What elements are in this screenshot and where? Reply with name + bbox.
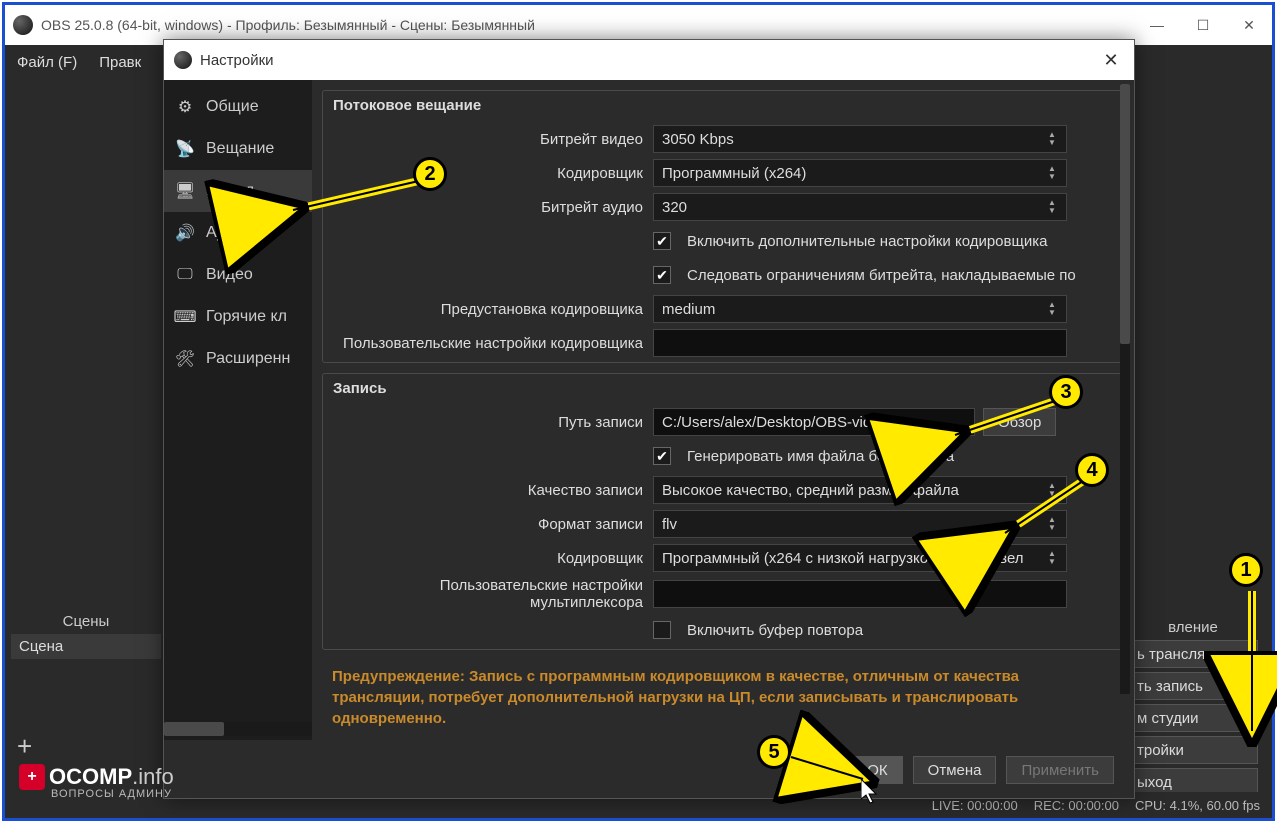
mux-input[interactable] xyxy=(653,580,1067,608)
nospace-checkbox[interactable] xyxy=(653,447,671,465)
replay-buffer-checkbox[interactable] xyxy=(653,621,671,639)
streaming-group: Потоковое вещание Битрейт видео3050 Kbps… xyxy=(322,90,1122,363)
speaker-icon: 🔊 xyxy=(174,222,196,244)
scrollbar-thumb[interactable] xyxy=(164,722,224,736)
video-bitrate-label: Битрейт видео xyxy=(323,131,653,148)
sidebar-item-stream[interactable]: 📡Вещание xyxy=(164,128,312,170)
rec-encoder-select[interactable]: Программный (x264 с низкой нагрузкой на … xyxy=(653,544,1067,572)
keyboard-icon: ⌨ xyxy=(174,306,196,328)
content-scrollbar[interactable] xyxy=(1120,84,1130,694)
nospace-label: Генерировать имя файла без пробела xyxy=(687,448,954,465)
apply-button[interactable]: Применить xyxy=(1006,756,1114,784)
status-cpu: CPU: 4.1%, 60.00 fps xyxy=(1135,798,1260,813)
mux-label: Пользовательские настройки мультиплексор… xyxy=(323,577,653,611)
annotation-arrow xyxy=(1237,585,1267,745)
annotation-arrow xyxy=(945,395,1065,445)
annotation-3: 3 xyxy=(1049,375,1083,409)
chevron-updown-icon: ▲▼ xyxy=(1048,196,1062,218)
sidebar-item-video[interactable]: 🖵Видео xyxy=(164,254,312,296)
rec-encoder-label: Кодировщик xyxy=(323,550,653,567)
encoder-select[interactable]: Программный (x264)▲▼ xyxy=(653,159,1067,187)
enforce-bitrate-label: Следовать ограничениям битрейта, наклады… xyxy=(687,267,1076,284)
dialog-title: Настройки xyxy=(200,52,274,69)
spin-arrows-icon[interactable]: ▲▼ xyxy=(1048,128,1062,150)
custom-encoder-label: Пользовательские настройки кодировщика xyxy=(323,335,653,352)
gear-icon: ⚙ xyxy=(174,96,196,118)
advanced-encoder-label: Включить дополнительные настройки кодиро… xyxy=(687,233,1047,250)
annotation-4: 4 xyxy=(1075,453,1109,487)
custom-encoder-input[interactable] xyxy=(653,329,1067,357)
scene-item[interactable]: Сцена xyxy=(11,634,161,659)
format-label: Формат записи xyxy=(323,516,653,533)
menu-edit[interactable]: Правк xyxy=(99,54,141,71)
tools-icon: 🛠 xyxy=(174,348,196,370)
add-scene-icon[interactable]: + xyxy=(17,731,32,762)
audio-bitrate-select[interactable]: 320▲▼ xyxy=(653,193,1067,221)
status-live: LIVE: 00:00:00 xyxy=(932,798,1018,813)
sidebar-item-advanced[interactable]: 🛠Расширенн xyxy=(164,338,312,380)
video-bitrate-input[interactable]: 3050 Kbps▲▼ xyxy=(653,125,1067,153)
annotation-arrow xyxy=(995,475,1095,545)
annotation-2: 2 xyxy=(413,157,447,191)
recording-path-input[interactable]: C:/Users/alex/Desktop/OBS-video xyxy=(653,408,975,436)
preset-label: Предустановка кодировщика xyxy=(323,301,653,318)
monitor-arrow-icon: 🖥 xyxy=(174,180,196,202)
status-rec: REC: 00:00:00 xyxy=(1034,798,1119,813)
chevron-updown-icon: ▲▼ xyxy=(1048,298,1062,320)
minimize-icon[interactable]: — xyxy=(1134,5,1180,45)
scrollbar-thumb[interactable] xyxy=(1120,84,1130,344)
watermark-logo: +OCOMP.info ВОПРОСЫ АДМИНУ xyxy=(19,764,174,800)
menu-file[interactable]: Файл (F) xyxy=(17,54,77,71)
preset-select[interactable]: medium▲▼ xyxy=(653,295,1067,323)
annotation-1: 1 xyxy=(1229,553,1263,587)
warning-text: Предупреждение: Запись с программным код… xyxy=(322,660,1122,729)
obs-icon xyxy=(13,15,33,35)
sidebar-scrollbar[interactable] xyxy=(164,722,312,736)
antenna-icon: 📡 xyxy=(174,138,196,160)
chevron-updown-icon: ▲▼ xyxy=(1048,162,1062,184)
maximize-icon[interactable]: ☐ xyxy=(1180,5,1226,45)
scenes-header: Сцены xyxy=(11,609,161,634)
monitor-icon: 🖵 xyxy=(174,264,196,286)
cancel-button[interactable]: Отмена xyxy=(913,756,997,784)
cursor-icon xyxy=(861,779,881,805)
obs-icon xyxy=(174,51,192,69)
sidebar-item-general[interactable]: ⚙Общие xyxy=(164,86,312,128)
enforce-bitrate-checkbox[interactable] xyxy=(653,266,671,284)
dialog-close-icon[interactable]: ✕ xyxy=(1088,50,1134,71)
streaming-header: Потоковое вещание xyxy=(323,91,1121,120)
annotation-5: 5 xyxy=(757,735,791,769)
dialog-titlebar: Настройки ✕ xyxy=(164,40,1134,80)
scenes-panel: Сцены Сцена xyxy=(11,609,161,659)
plus-icon: + xyxy=(19,764,45,790)
replay-buffer-label: Включить буфер повтора xyxy=(687,622,863,639)
path-label: Путь записи xyxy=(323,414,653,431)
window-title: OBS 25.0.8 (64-bit, windows) - Профиль: … xyxy=(41,17,535,33)
chevron-updown-icon: ▲▼ xyxy=(1048,547,1062,569)
sidebar-item-hotkeys[interactable]: ⌨Горячие кл xyxy=(164,296,312,338)
advanced-encoder-checkbox[interactable] xyxy=(653,232,671,250)
quality-label: Качество записи xyxy=(323,482,653,499)
close-icon[interactable]: ✕ xyxy=(1226,5,1272,45)
